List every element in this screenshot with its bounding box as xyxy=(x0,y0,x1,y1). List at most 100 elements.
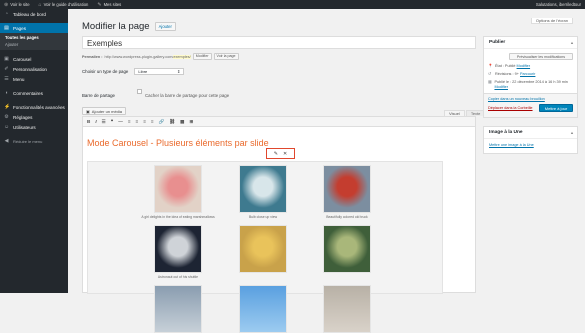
status-row: 📍 État : Publié Modifier xyxy=(488,64,531,68)
blockquote-button[interactable]: ❝ xyxy=(111,119,113,125)
published-date-row: ▦ Publié le : 22 décembre 2014 à 16 h 39… xyxy=(488,80,568,89)
gallery-item xyxy=(138,285,218,333)
align-right-button[interactable]: ≡ xyxy=(143,119,146,124)
gallery-image xyxy=(323,225,371,273)
admin-bar-item-my-sites[interactable]: ✎ Mes sites xyxy=(97,2,121,8)
admin-bar: ⊛ Voir le site ⌂ Voir le guide d'utilisati… xyxy=(0,0,585,9)
admin-sidebar: ◔ Tableau de bord ▤ Pages Toutes les pages… xyxy=(0,9,68,293)
publish-box: Publier ▴ Prévisualiser les modification… xyxy=(483,36,578,118)
post-title-input[interactable]: Exemples xyxy=(82,36,476,49)
featured-image-box: Image à la Une ▴ Mettre une image à la U… xyxy=(483,126,578,154)
gallery-image xyxy=(323,285,371,333)
sidebar-subitem-add[interactable]: Ajouter xyxy=(0,41,68,48)
copy-to-draft-link[interactable]: Copier dans un nouveau brouillon xyxy=(488,97,545,101)
gallery-item[interactable]: Beautifully colored old truck xyxy=(307,165,387,219)
sidebar-pages-submenu: Toutes les pages Ajouter xyxy=(0,33,68,50)
media-icon: ▣ xyxy=(86,108,90,114)
brush-icon: ✐ xyxy=(4,66,9,72)
comment-icon: ◖ xyxy=(4,90,9,96)
admin-bar-item-guide[interactable]: ⌂ Voir le guide d'utilisation xyxy=(39,2,89,8)
sidebar-item-personnalisation[interactable]: ✐ Personnalisation xyxy=(0,64,68,74)
caret-up-icon[interactable]: ▴ xyxy=(571,37,573,49)
gallery-icon: ▣ xyxy=(4,56,9,62)
horizontal-line-button[interactable]: — xyxy=(118,119,123,124)
gallery-caption: Bulb close up view xyxy=(248,215,278,219)
gallery-item[interactable] xyxy=(307,225,387,275)
italic-button[interactable]: I xyxy=(95,119,96,124)
users-icon: ☺ xyxy=(4,124,10,130)
sidebar-item-fonctionnalites[interactable]: ⚡ Fonctionnalités avancées xyxy=(0,102,68,112)
gallery-item xyxy=(307,285,387,333)
gallery-item[interactable] xyxy=(223,225,303,275)
sidebar-item-utilisateurs[interactable]: ☺ Utilisateurs xyxy=(0,122,68,132)
share-bar-label: Barre de partage xyxy=(82,93,115,98)
featured-image-body: Mettre une image à la Une xyxy=(484,139,577,153)
sidebar-item-carousel[interactable]: ▣ Carousel xyxy=(0,54,68,64)
page-type-row: Choisir un type de page Libre ⇕ xyxy=(82,68,185,75)
page-title: Modifier la page xyxy=(82,21,150,32)
more-tag-button[interactable]: ▦ xyxy=(180,119,184,125)
permalink-row: Permalien : http://www.wordpress-plugin-… xyxy=(82,53,239,60)
add-page-button[interactable]: Ajouter xyxy=(154,22,176,31)
gallery-image xyxy=(323,165,371,213)
bold-button[interactable]: B xyxy=(87,119,90,124)
move-to-trash-link[interactable]: Déplacer dans la Corbeille xyxy=(488,106,533,110)
view-page-button[interactable]: Voir la page xyxy=(213,53,239,60)
page-type-select[interactable]: Libre ⇕ xyxy=(134,68,185,75)
page-type-label: Choisir un type de page xyxy=(82,69,129,74)
screen-options-button[interactable]: Options de l'écran xyxy=(530,18,573,24)
align-justify-button[interactable]: ≡ xyxy=(151,119,154,124)
revisions-row: ↺ Révisions : 9+ Parcourir xyxy=(488,72,536,76)
admin-bar-greeting[interactable]: Salutations, iberriledtour xyxy=(536,2,581,7)
calendar-icon: ▦ xyxy=(488,80,492,84)
featured-image-header[interactable]: Image à la Une ▴ xyxy=(484,127,577,139)
edit-date-link[interactable]: Modifier xyxy=(494,85,508,89)
sidebar-item-reglages[interactable]: ⚙ Réglages xyxy=(0,112,68,122)
browse-revisions-link[interactable]: Parcourir xyxy=(520,72,535,76)
sidebar-item-pages[interactable]: ▤ Pages xyxy=(0,23,68,33)
link-button[interactable]: 🔗 xyxy=(159,119,165,125)
pencil-icon[interactable]: ✎ xyxy=(274,151,278,157)
share-bar-row: Barre de partage Cacher la barre de part… xyxy=(82,89,229,102)
checkbox-box[interactable] xyxy=(136,89,142,94)
caret-up-icon[interactable]: ▴ xyxy=(571,127,573,139)
preview-changes-button[interactable]: Prévisualiser les modifications xyxy=(509,53,573,60)
gallery-item[interactable]: Astronaut out of his shuttle xyxy=(138,225,218,279)
set-featured-image-link[interactable]: Mettre une image à la Une xyxy=(489,143,534,147)
bulleted-list-button[interactable]: ☰ xyxy=(102,119,106,125)
pin-icon: ✎ xyxy=(97,1,102,8)
close-icon[interactable]: ✕ xyxy=(283,151,287,157)
unlink-button[interactable]: ⛓ xyxy=(169,119,175,125)
house-icon: ⌂ xyxy=(38,1,42,8)
edit-permalink-button[interactable]: Modifier xyxy=(192,53,212,60)
hide-share-bar-checkbox[interactable]: Cacher la barre de partage pour cette pa… xyxy=(136,89,229,102)
gallery-caption: A girl delights in the idea of eating ma… xyxy=(141,215,215,219)
update-button[interactable]: Mettre à jour xyxy=(539,104,573,112)
sidebar-subitem-all-pages[interactable]: Toutes les pages xyxy=(0,34,68,41)
sidebar-item-menu[interactable]: ☰ Menu xyxy=(0,74,68,84)
add-media-button[interactable]: ▣ Ajouter un média xyxy=(82,107,127,115)
publish-box-header[interactable]: Publier ▴ xyxy=(484,37,577,49)
publish-box-body: Prévisualiser les modifications 📍 État :… xyxy=(484,49,577,90)
wordpress-icon: ⊛ xyxy=(4,1,9,8)
sidebar-item-commentaires[interactable]: ◖ Commentaires xyxy=(0,88,68,98)
align-center-button[interactable]: ≡ xyxy=(136,119,139,124)
gallery-item[interactable]: A girl delights in the idea of eating ma… xyxy=(138,165,218,219)
publish-box-actions: Copier dans un nouveau brouillon Déplace… xyxy=(484,93,577,117)
sidebar-collapse-menu[interactable]: ◀ Réduire le menu xyxy=(0,136,68,146)
dashboard-icon: ◔ xyxy=(4,11,9,17)
admin-bar-item-view-site[interactable]: ⊛ Voir le site xyxy=(4,2,30,8)
gallery-image xyxy=(239,225,287,273)
gallery-image xyxy=(154,165,202,213)
edit-status-link[interactable]: Modifier xyxy=(517,64,531,68)
content-editor[interactable]: B I ☰ ❝ — ≡ ≡ ≡ ≡ 🔗 ⛓ ▦ ⊞ Mode Carousel … xyxy=(82,116,476,333)
sidebar-item-dashboard[interactable]: ◔ Tableau de bord xyxy=(0,9,68,19)
permalink-label: Permalien : xyxy=(82,54,103,59)
permalink-slug[interactable]: exemples/ xyxy=(173,54,191,59)
align-left-button[interactable]: ≡ xyxy=(128,119,131,124)
gallery-item[interactable]: Bulb close up view xyxy=(223,165,303,219)
gallery-block[interactable]: A girl delights in the idea of eating ma… xyxy=(87,161,443,333)
plugin-icon: ⚡ xyxy=(4,104,11,110)
toolbar-toggle-button[interactable]: ⊞ xyxy=(189,119,193,125)
menu-icon: ☰ xyxy=(4,76,9,82)
